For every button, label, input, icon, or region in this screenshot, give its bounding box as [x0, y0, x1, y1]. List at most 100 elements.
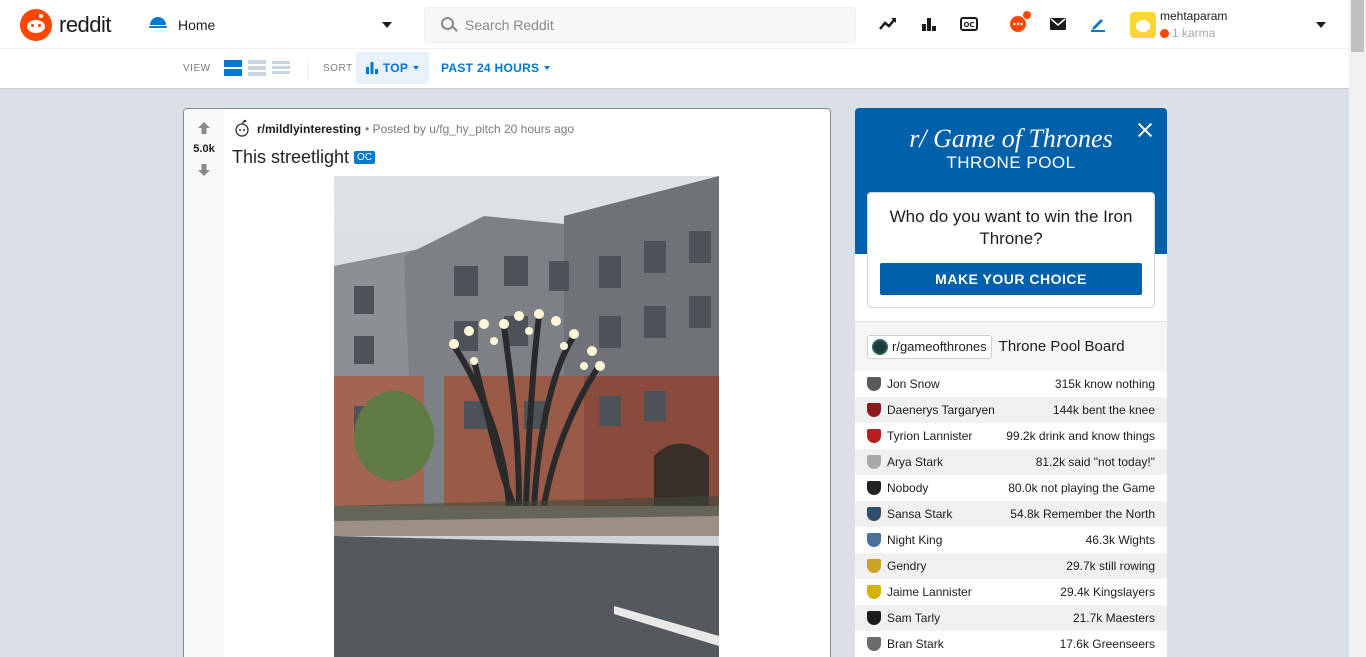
board-row-name: Daenerys Targaryen: [887, 403, 995, 417]
board-row-name: Jon Snow: [887, 377, 940, 391]
mail-icon[interactable]: [1048, 14, 1068, 34]
home-dropdown-label: Home: [178, 17, 216, 33]
board-row-name: Arya Stark: [887, 455, 944, 469]
username: mehtaparam: [1160, 9, 1228, 23]
sort-value: TOP: [382, 61, 409, 75]
karma-icon: [1160, 28, 1169, 38]
got-subreddit-icon: [872, 338, 888, 355]
board-row-name: Sam Tarly: [887, 611, 941, 625]
board-row-name: Nobody: [887, 481, 929, 495]
board-row-name: Night King: [887, 533, 943, 547]
reddit-logo[interactable]: reddit: [20, 9, 112, 41]
time-range-dropdown[interactable]: PAST 24 HOURS: [437, 52, 551, 84]
board-row: Sam Tarly 21.7k Maesters: [855, 605, 1167, 631]
widget-question: Who do you want to win the Iron Throne?: [889, 207, 1133, 248]
widget-subtitle: THRONE POOL: [946, 153, 1076, 172]
chevron-down-icon: [413, 66, 420, 70]
board-row-name: Sansa Stark: [887, 507, 953, 521]
karma-text: 1 karma: [1172, 26, 1216, 40]
svg-text:OC: OC: [963, 21, 974, 29]
board-label: Throne Pool Board: [998, 338, 1125, 355]
board-row: Gendry 29.7k still rowing: [855, 553, 1167, 579]
house-sigil-icon: [867, 637, 881, 651]
house-sigil-icon: [867, 455, 881, 469]
board-row-stat: 315k know nothing: [1054, 377, 1155, 391]
house-sigil-icon: [867, 377, 881, 391]
oc-icon[interactable]: OC: [959, 14, 979, 34]
post-meta: r/mildlyinteresting • Posted by u/fg_hy_…: [232, 119, 574, 139]
board-row-name: Gendry: [887, 559, 927, 573]
house-sigil-icon: [867, 533, 881, 547]
post-title[interactable]: This streetlight OC: [232, 147, 376, 168]
chat-icon[interactable]: [1008, 10, 1032, 34]
stats-icon[interactable]: [919, 14, 939, 34]
board-row: Sansa Stark 54.8k Remember the North: [855, 501, 1167, 527]
board-row-name: Jaime Lannister: [887, 585, 972, 599]
house-sigil-icon: [867, 585, 881, 599]
chevron-down-icon: [544, 66, 551, 70]
house-sigil-icon: [867, 403, 881, 417]
streetlight-photo: [334, 176, 719, 657]
user-menu[interactable]: mehtaparam 1 karma: [1128, 7, 1338, 43]
top-sort-icon: [365, 62, 378, 74]
compact-view-button[interactable]: [272, 59, 290, 77]
board-row: Tyrion Lannister 99.2k drink and know thi…: [855, 423, 1167, 449]
vote-count: 5.0k: [193, 143, 215, 155]
upvote-icon[interactable]: [197, 121, 211, 135]
board-row: Bran Stark 17.6k Greenseers: [855, 631, 1167, 657]
board-row-name: Bran Stark: [887, 637, 944, 651]
board-row-stat: 144k bent the knee: [1052, 403, 1155, 417]
board-row: Jon Snow 315k know nothing: [855, 371, 1167, 397]
karma-count: 1 karma: [1160, 26, 1215, 40]
trending-icon[interactable]: [878, 14, 898, 34]
post-title-text: This streetlight: [232, 147, 350, 167]
avatar: [1130, 12, 1156, 38]
widget-question-card: Who do you want to win the Iron Throne? …: [867, 192, 1155, 308]
time-range-value: PAST 24 HOURS: [441, 61, 540, 75]
board-row-stat: 29.7k still rowing: [1066, 559, 1155, 573]
divider: [307, 59, 308, 79]
subreddit-link[interactable]: r/mildlyinteresting: [257, 122, 361, 136]
sort-bar: VIEW SORT TOP PAST 24 HOURS: [0, 49, 1349, 89]
search-input[interactable]: [465, 17, 845, 33]
post-card[interactable]: 5.0k r/mildlyinteresting • Posted by u/f…: [183, 108, 831, 657]
board-rows: Jon Snow 315k know nothing Daenerys Targar…: [855, 371, 1167, 657]
subreddit-pill[interactable]: r/gameofthrones: [867, 334, 992, 359]
make-your-choice-button[interactable]: MAKE YOUR CHOICE: [880, 263, 1142, 295]
board-row: Night King 46.3k Wights: [855, 527, 1167, 553]
subreddit-pill-label: r/gameofthrones: [892, 339, 987, 354]
subreddit-icon[interactable]: [232, 119, 252, 139]
vote-column: 5.0k: [184, 109, 224, 657]
search-bar[interactable]: [424, 7, 856, 43]
board-row: Arya Stark 81.2k said "not today!": [855, 449, 1167, 475]
post-author-time: • Posted by u/fg_hy_pitch 20 hours ago: [365, 122, 575, 136]
card-view-button[interactable]: [224, 59, 242, 77]
house-sigil-icon: [867, 611, 881, 625]
oc-tag: OC: [354, 151, 376, 164]
board-row-stat: 29.4k Kingslayers: [1060, 585, 1155, 599]
close-icon[interactable]: [1137, 122, 1153, 138]
sort-dropdown[interactable]: TOP: [356, 52, 429, 84]
reddit-logo-icon: [20, 9, 52, 41]
view-label: VIEW: [183, 63, 211, 74]
board-row-stat: 46.3k Wights: [1085, 533, 1155, 547]
pencil-icon[interactable]: [1088, 14, 1108, 34]
sort-label: SORT: [323, 63, 353, 74]
board-row-stat: 81.2k said "not today!": [1035, 455, 1155, 469]
board-row-name: Tyrion Lannister: [887, 429, 973, 443]
top-header: reddit Home OC mehtaparam 1 karma: [0, 0, 1349, 49]
board-row: Nobody 80.0k not playing the Game: [855, 475, 1167, 501]
search-icon: [441, 17, 458, 33]
throne-pool-widget: r/ Game of Thrones THRONE POOL Who do yo…: [855, 108, 1167, 657]
notification-badge: [1022, 10, 1032, 20]
board-row: Jaime Lannister 29.4k Kingslayers: [855, 579, 1167, 605]
classic-view-button[interactable]: [248, 59, 266, 77]
home-dropdown[interactable]: Home: [148, 12, 398, 38]
house-sigil-icon: [867, 507, 881, 521]
board-header: r/gameofthrones Throne Pool Board: [855, 321, 1167, 371]
post-image[interactable]: [334, 176, 719, 657]
downvote-icon[interactable]: [197, 163, 211, 177]
page-scrollbar[interactable]: [1349, 0, 1366, 657]
board-row: Daenerys Targaryen 144k bent the knee: [855, 397, 1167, 423]
chevron-down-icon: [1316, 22, 1326, 28]
